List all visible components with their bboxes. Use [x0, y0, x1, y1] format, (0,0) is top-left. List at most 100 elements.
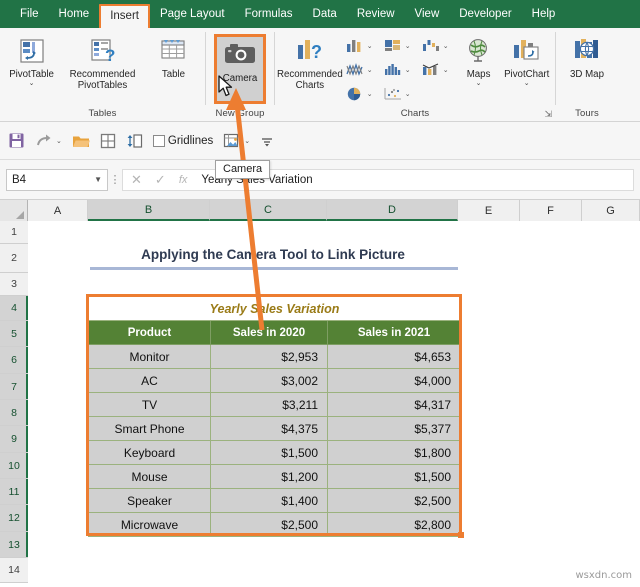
- row-height-button[interactable]: [126, 133, 143, 149]
- tab-insert[interactable]: Insert: [99, 3, 150, 29]
- cell-sales-2021[interactable]: $2,800: [326, 512, 462, 537]
- row-header-3[interactable]: 3: [0, 273, 28, 296]
- table-row[interactable]: Monitor $2,953 $4,653: [88, 344, 462, 369]
- waterfall-chart-button[interactable]: ⌄: [421, 38, 459, 54]
- table-row[interactable]: Microwave $2,500 $2,800: [88, 512, 462, 537]
- charts-dialog-launcher[interactable]: ⇲: [544, 109, 552, 120]
- cell-sales-2021[interactable]: $1,500: [326, 464, 462, 489]
- column-header-a[interactable]: A: [28, 200, 88, 221]
- chevron-down-icon[interactable]: ⌄: [443, 42, 449, 50]
- cancel-icon[interactable]: ✕: [131, 172, 142, 188]
- table-row[interactable]: Mouse $1,200 $1,500: [88, 464, 462, 489]
- row-header-10[interactable]: 10: [0, 453, 28, 479]
- cell-sales-2020[interactable]: $3,211: [210, 392, 328, 417]
- row-header-1[interactable]: 1: [0, 221, 28, 244]
- insert-function-icon[interactable]: fx: [179, 174, 188, 186]
- row-header-6[interactable]: 6: [0, 347, 28, 374]
- cell-product[interactable]: Microwave: [88, 512, 211, 537]
- row-header-7[interactable]: 7: [0, 374, 28, 400]
- column-header-e[interactable]: E: [458, 200, 520, 221]
- column-header-g[interactable]: G: [582, 200, 640, 221]
- cell-sales-2021[interactable]: $2,500: [326, 488, 462, 513]
- table-row[interactable]: Smart Phone $4,375 $5,377: [88, 416, 462, 441]
- table-button[interactable]: Table: [142, 32, 205, 80]
- row-header-11[interactable]: 11: [0, 479, 28, 505]
- cell-sales-2020[interactable]: $1,400: [210, 488, 328, 513]
- column-chart-button[interactable]: ⌄: [345, 38, 383, 54]
- table-row[interactable]: Speaker $1,400 $2,500: [88, 488, 462, 513]
- scatter-chart-button[interactable]: ⌄: [383, 86, 421, 102]
- cell-product[interactable]: AC: [88, 368, 211, 393]
- select-all-corner[interactable]: [0, 200, 28, 221]
- gridlines-toggle[interactable]: Gridlines: [152, 134, 213, 147]
- tab-data[interactable]: Data: [303, 3, 347, 26]
- recommended-charts-button[interactable]: ? Recommended Charts: [275, 32, 345, 91]
- tab-developer[interactable]: Developer: [449, 3, 521, 26]
- cell-product[interactable]: Keyboard: [88, 440, 211, 465]
- cell-sales-2020[interactable]: $3,002: [210, 368, 328, 393]
- cell-sales-2020[interactable]: $2,953: [210, 344, 328, 369]
- row-header-14[interactable]: 14: [0, 558, 28, 583]
- chevron-down-icon[interactable]: ⌄: [367, 42, 373, 50]
- pivot-table-button[interactable]: PivotTable ⌄: [0, 32, 63, 87]
- tab-file[interactable]: File: [10, 3, 49, 26]
- name-box[interactable]: B4 ▼: [6, 168, 108, 191]
- open-button[interactable]: [72, 133, 90, 149]
- pivot-chart-button[interactable]: PivotChart ⌄: [498, 32, 555, 87]
- chevron-down-icon[interactable]: ⌄: [29, 80, 35, 87]
- histogram-chart-button[interactable]: ⌄: [383, 62, 421, 78]
- chevron-down-icon[interactable]: ▼: [94, 175, 102, 184]
- cell-product[interactable]: Monitor: [88, 344, 211, 369]
- row-header-13[interactable]: 13: [0, 532, 28, 558]
- chevron-down-icon[interactable]: ⌄: [405, 66, 411, 74]
- chevron-down-icon[interactable]: ⌄: [524, 80, 530, 87]
- gridlines-checkbox[interactable]: [152, 134, 165, 147]
- customize-qat-button[interactable]: [260, 134, 274, 148]
- row-header-12[interactable]: 12: [0, 505, 28, 532]
- column-header-c[interactable]: C: [210, 200, 327, 221]
- tab-formulas[interactable]: Formulas: [235, 3, 303, 26]
- chevron-down-icon[interactable]: ⌄: [405, 90, 411, 98]
- camera-picture-button[interactable]: ⌄: [223, 133, 250, 149]
- pie-chart-button[interactable]: ⌄: [345, 86, 383, 102]
- column-header-b[interactable]: B: [88, 200, 210, 221]
- row-header-5[interactable]: 5: [0, 321, 28, 347]
- cell-sales-2021[interactable]: $4,317: [326, 392, 462, 417]
- stock-chart-button[interactable]: ⌄: [345, 62, 383, 78]
- chevron-down-icon[interactable]: ⌄: [56, 137, 62, 145]
- chevron-down-icon[interactable]: ⌄: [367, 90, 373, 98]
- cell-product[interactable]: Smart Phone: [88, 416, 211, 441]
- save-button[interactable]: [8, 132, 25, 149]
- 3d-map-button[interactable]: 3D Map: [558, 32, 616, 80]
- cell-sales-2021[interactable]: $4,653: [326, 344, 462, 369]
- cell-sales-2021[interactable]: $4,000: [326, 368, 462, 393]
- cell-product[interactable]: Speaker: [88, 488, 211, 513]
- selection-fill-handle[interactable]: [458, 532, 464, 538]
- chevron-down-icon[interactable]: ⌄: [443, 66, 449, 74]
- row-header-8[interactable]: 8: [0, 400, 28, 426]
- tab-help[interactable]: Help: [522, 3, 566, 26]
- tab-page-layout[interactable]: Page Layout: [150, 3, 235, 26]
- tab-review[interactable]: Review: [347, 3, 405, 26]
- table-row[interactable]: AC $3,002 $4,000: [88, 368, 462, 393]
- column-header-d[interactable]: D: [327, 200, 458, 221]
- chevron-down-icon[interactable]: ⌄: [367, 66, 373, 74]
- combo-chart-button[interactable]: ⌄: [421, 62, 459, 78]
- cell-sales-2020[interactable]: $4,375: [210, 416, 328, 441]
- tab-home[interactable]: Home: [49, 3, 100, 26]
- cell-product[interactable]: TV: [88, 392, 211, 417]
- cell-sales-2020[interactable]: $2,500: [210, 512, 328, 537]
- recommended-pivot-tables-button[interactable]: ? Recommended PivotTables: [63, 32, 142, 91]
- enter-icon[interactable]: ✓: [155, 172, 166, 188]
- chevron-down-icon[interactable]: ⌄: [405, 42, 411, 50]
- cell-sales-2021[interactable]: $1,800: [326, 440, 462, 465]
- maps-button[interactable]: Maps ⌄: [459, 32, 499, 87]
- table-row[interactable]: Keyboard $1,500 $1,800: [88, 440, 462, 465]
- tab-view[interactable]: View: [405, 3, 450, 26]
- column-header-f[interactable]: F: [520, 200, 582, 221]
- chevron-down-icon[interactable]: ⌄: [244, 137, 250, 145]
- table-row[interactable]: TV $3,211 $4,317: [88, 392, 462, 417]
- cell-sales-2021[interactable]: $5,377: [326, 416, 462, 441]
- cell-product[interactable]: Mouse: [88, 464, 211, 489]
- cell-sales-2020[interactable]: $1,200: [210, 464, 328, 489]
